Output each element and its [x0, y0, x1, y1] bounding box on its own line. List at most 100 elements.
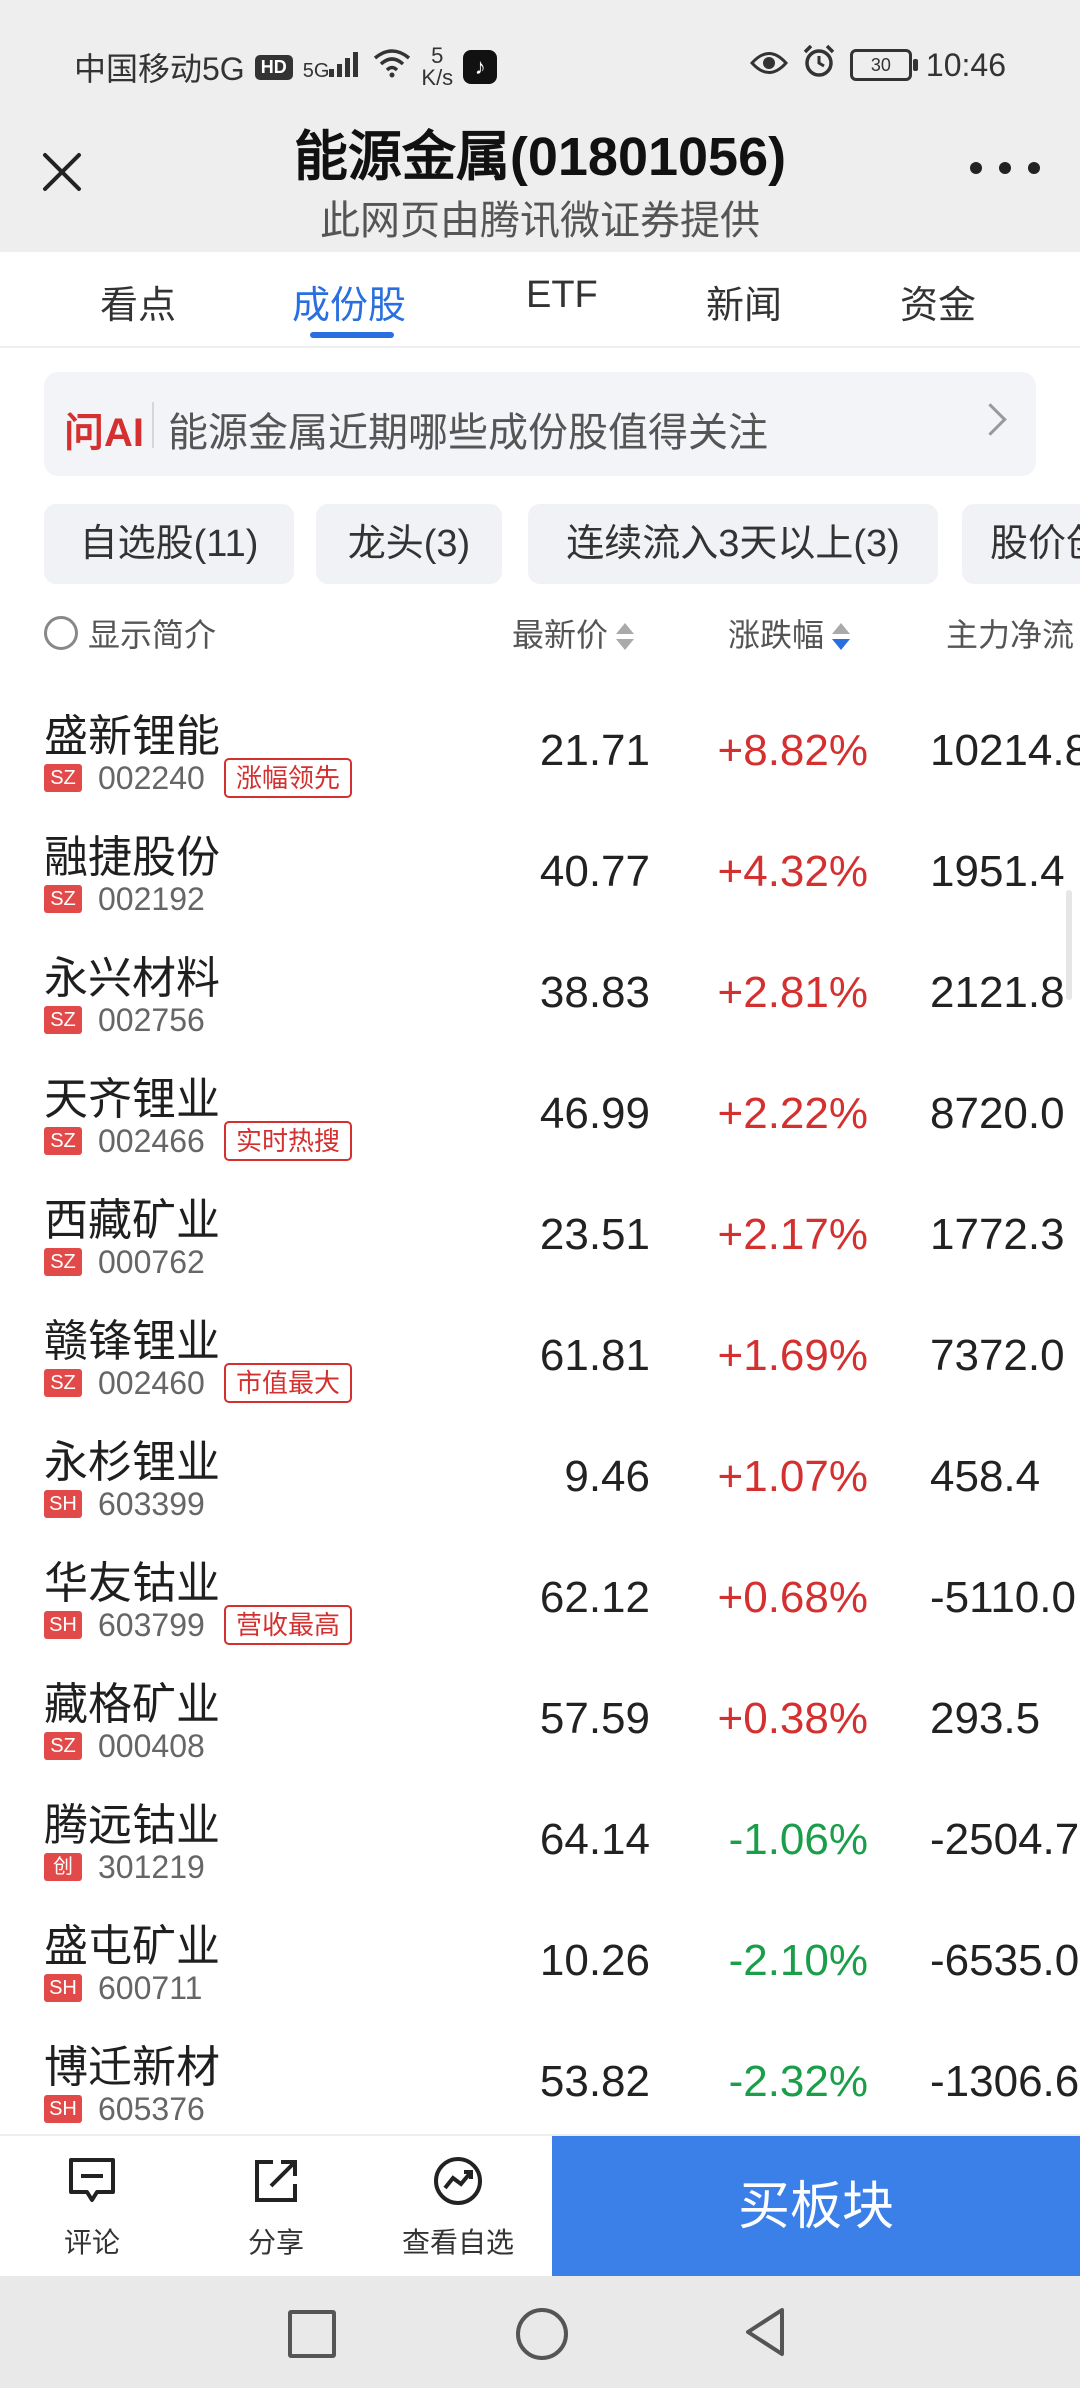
- sort-desc-icon: [832, 622, 851, 653]
- exchange-badge: SZ: [44, 1127, 82, 1155]
- system-nav-bar: [0, 2276, 1080, 2388]
- stock-row[interactable]: 腾远钴业 创 301219 64.14 -1.06% -2504.7: [0, 1777, 1080, 1898]
- buy-sector-button[interactable]: 买板块: [552, 2136, 1080, 2278]
- stock-tag: 涨幅领先: [224, 758, 353, 798]
- tab-bar: 看点 成份股 ETF 新闻 资金: [0, 252, 1080, 348]
- stock-change: +2.17%: [717, 1210, 868, 1259]
- status-left: 中国移动5G HD 5G 5 K/s ♪: [74, 44, 498, 90]
- home-icon[interactable]: [516, 2308, 568, 2360]
- stock-change: +0.38%: [717, 1694, 868, 1743]
- tab-highlights[interactable]: 看点: [100, 274, 176, 329]
- stock-price: 62.12: [539, 1573, 650, 1622]
- intro-toggle-radio[interactable]: [44, 616, 78, 650]
- stock-row[interactable]: 盛屯矿业 SH 600711 10.26 -2.10% -6535.0: [0, 1898, 1080, 2019]
- stock-row[interactable]: 华友钴业 SH 603799 营收最高 62.12 +0.68% -5110.0: [0, 1535, 1080, 1656]
- exchange-badge: SZ: [44, 1006, 82, 1034]
- stock-change: +8.82%: [717, 726, 868, 775]
- stock-code: 000408: [98, 1728, 205, 1764]
- ask-ai-bar[interactable]: 问AI 能源金属近期哪些成份股值得关注: [44, 372, 1036, 476]
- change-column-label: 涨跌幅: [728, 617, 825, 653]
- filter-chip-leaders[interactable]: 龙头(3): [316, 504, 502, 584]
- stock-net-flow: 7372.0: [930, 1331, 1065, 1380]
- tiktok-icon: ♪: [463, 50, 498, 84]
- recent-apps-icon[interactable]: [288, 2310, 336, 2358]
- scrollbar[interactable]: [1066, 890, 1072, 1000]
- price-column-header[interactable]: 最新价: [512, 610, 635, 656]
- watchlist-button[interactable]: 查看自选: [398, 2156, 518, 2261]
- sort-icon: [616, 622, 635, 653]
- filter-chip-price[interactable]: 股价创: [962, 504, 1080, 584]
- stock-net-flow: 293.5: [930, 1694, 1041, 1743]
- stock-row[interactable]: 永兴材料 SZ 002756 38.83 +2.81% 2121.8: [0, 930, 1080, 1051]
- net-speed-unit: K/s: [421, 65, 454, 90]
- exchange-badge: SZ: [44, 885, 82, 913]
- bottom-toolbar: 评论 分享 查看自选 买板块: [0, 2134, 1080, 2278]
- stock-row[interactable]: 永杉锂业 SH 603399 9.46 +1.07% 458.4: [0, 1414, 1080, 1535]
- tab-news[interactable]: 新闻: [706, 274, 782, 329]
- back-icon[interactable]: [742, 2306, 788, 2358]
- stock-name: 永杉锂业: [44, 1438, 220, 1487]
- ai-tag: 问AI: [64, 411, 144, 455]
- stock-code: 603399: [98, 1486, 205, 1522]
- comment-button[interactable]: 评论: [32, 2156, 152, 2261]
- page-title: 能源金属(01801056): [293, 127, 787, 187]
- stock-row[interactable]: 西藏矿业 SZ 000762 23.51 +2.17% 1772.3: [0, 1172, 1080, 1293]
- stock-tag: 实时热搜: [224, 1121, 353, 1161]
- stock-name: 盛屯矿业: [44, 1922, 220, 1971]
- tab-funds[interactable]: 资金: [900, 274, 976, 329]
- exchange-badge: SZ: [44, 1369, 82, 1397]
- comment-icon: [69, 2158, 115, 2202]
- stock-code: 000762: [98, 1244, 205, 1280]
- watchlist-label: 查看自选: [401, 2227, 514, 2258]
- exchange-badge: SH: [44, 1490, 82, 1518]
- stock-code: 002460: [98, 1365, 205, 1401]
- stock-price: 23.51: [539, 1210, 650, 1259]
- exchange-badge: 创: [44, 1853, 82, 1881]
- stock-name: 永兴材料: [44, 954, 220, 1003]
- more-icon[interactable]: [970, 156, 1040, 180]
- intro-toggle-label[interactable]: 显示简介: [88, 610, 216, 656]
- tab-constituents[interactable]: 成份股: [292, 274, 406, 329]
- stock-tag: 营收最高: [224, 1605, 353, 1645]
- stock-price: 57.59: [539, 1694, 650, 1743]
- stock-change: +0.68%: [717, 1573, 868, 1622]
- stock-price: 21.71: [539, 726, 650, 775]
- stock-name: 博迁新材: [44, 2043, 220, 2092]
- stock-name: 藏格矿业: [44, 1680, 220, 1729]
- comment-label: 评论: [63, 2227, 120, 2258]
- stock-row[interactable]: 融捷股份 SZ 002192 40.77 +4.32% 1951.4: [0, 809, 1080, 930]
- stock-row[interactable]: 盛新锂能 SZ 002240 涨幅领先 21.71 +8.82% 10214.8: [0, 688, 1080, 809]
- signal-label: 5G: [302, 60, 330, 82]
- stock-net-flow: -5110.0: [930, 1573, 1076, 1622]
- battery-level: 30: [870, 55, 891, 75]
- flow-column-header[interactable]: 主力净流: [946, 610, 1074, 656]
- stock-row[interactable]: 赣锋锂业 SZ 002460 市值最大 61.81 +1.69% 7372.0: [0, 1293, 1080, 1414]
- exchange-badge: SZ: [44, 1248, 82, 1276]
- stock-price: 38.83: [539, 968, 650, 1017]
- stock-code: 002466: [98, 1123, 205, 1159]
- stock-change: -2.10%: [728, 1936, 868, 1985]
- stock-name: 西藏矿业: [44, 1196, 220, 1245]
- stock-name: 赣锋锂业: [44, 1317, 220, 1366]
- stock-code: 002240: [98, 760, 205, 796]
- stock-change: +2.81%: [717, 968, 868, 1017]
- stock-price: 9.46: [564, 1452, 650, 1501]
- change-column-header[interactable]: 涨跌幅: [728, 610, 851, 656]
- alarm-icon: [802, 44, 836, 86]
- stock-code: 301219: [98, 1849, 205, 1885]
- stock-row[interactable]: 藏格矿业 SZ 000408 57.59 +0.38% 293.5: [0, 1656, 1080, 1777]
- ai-prompt-text: 能源金属近期哪些成份股值得关注: [168, 411, 768, 455]
- net-speed: 5 K/s: [421, 45, 453, 89]
- filter-chip-watchlist[interactable]: 自选股(11): [44, 504, 294, 584]
- stock-code: 002192: [98, 881, 205, 917]
- filter-chip-inflow[interactable]: 连续流入3天以上(3): [528, 504, 938, 584]
- exchange-badge: SZ: [44, 764, 82, 792]
- status-right: 30 10:46: [749, 44, 1006, 86]
- stock-change: +4.32%: [717, 847, 868, 896]
- stock-row[interactable]: 博迁新材 SH 605376 53.82 -2.32% -1306.6: [0, 2019, 1080, 2140]
- share-button[interactable]: 分享: [216, 2156, 336, 2261]
- clock: 10:46: [925, 46, 1006, 83]
- exchange-badge: SH: [44, 1611, 82, 1639]
- stock-row[interactable]: 天齐锂业 SZ 002466 实时热搜 46.99 +2.22% 8720.0: [0, 1051, 1080, 1172]
- tab-etf[interactable]: ETF: [526, 274, 598, 317]
